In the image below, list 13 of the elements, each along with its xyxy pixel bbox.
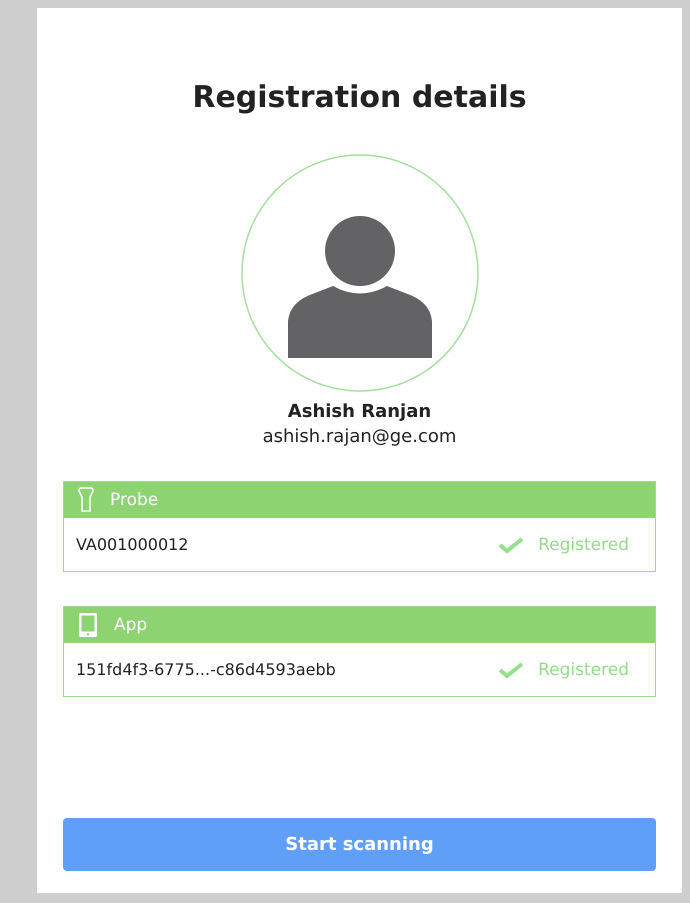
probe-icon <box>78 487 94 513</box>
avatar-icon <box>240 153 480 393</box>
status-text: Registered <box>538 660 629 680</box>
user-name: Ashish Ranjan <box>288 401 432 422</box>
start-scanning-button[interactable]: Start scanning <box>63 818 656 871</box>
device-id: 151fd4f3-6775...-c86d4593aebb <box>76 660 336 679</box>
panel-title: App <box>114 615 148 635</box>
device-id: VA001000012 <box>76 535 188 554</box>
panel-title: Probe <box>110 490 158 510</box>
page-title: Registration details <box>192 80 527 115</box>
user-email: ashish.rajan@ge.com <box>262 426 456 447</box>
phone-icon <box>78 612 98 638</box>
status-text: Registered <box>538 534 629 554</box>
